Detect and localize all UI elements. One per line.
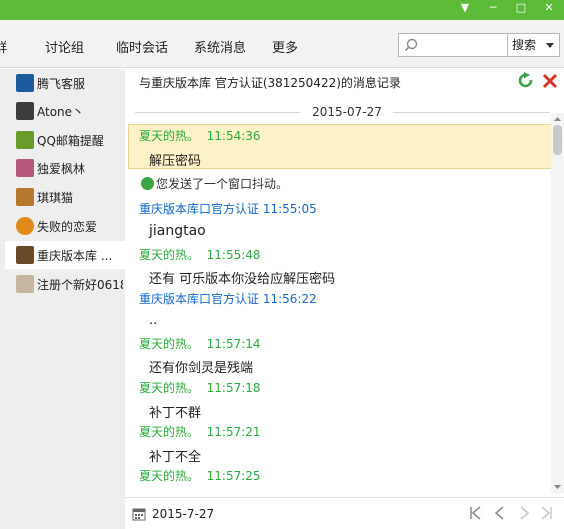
menu-item-discussion[interactable]: 讨论组 [45, 37, 84, 56]
message-header: 重庆版本库口官方认证 11:55:05 [139, 200, 317, 217]
search-input[interactable] [421, 35, 505, 55]
first-page-icon[interactable] [467, 504, 485, 522]
message-text: 解压密码 [149, 154, 202, 169]
record-date: 2015-07-27 [312, 105, 382, 119]
menu-bar: 群 讨论组 临时会话 系统消息 更多 搜索 [0, 20, 564, 68]
sidebar-item-label: 注册个新好0618 [37, 278, 123, 292]
search-box [398, 33, 508, 57]
message-sender: 重庆版本库口官方认证 [139, 292, 260, 306]
qq-mail-avatar-icon [16, 131, 34, 149]
last-page-icon[interactable] [537, 504, 555, 522]
message-sender: 夏天的热。 [139, 129, 200, 143]
close-button[interactable]: ✕ [538, 0, 560, 18]
sidebar-item-label: QQ邮箱提醒 [37, 134, 104, 148]
message-header: 夏天的热。 11:57:18 [139, 379, 261, 396]
message-text: 补丁不全 [149, 450, 202, 465]
message-time: 11:57:21 [206, 425, 261, 439]
message-header: 夏天的热。 11:57:25 [139, 467, 261, 484]
check-icon [141, 177, 154, 190]
message-header: 夏天的热。 11:57:14 [139, 335, 261, 352]
scroll-up-icon[interactable] [551, 113, 564, 125]
menu-dropdown-icon[interactable]: ▼ [454, 0, 476, 18]
sidebar-item-label: 重庆版本库 ... [37, 249, 113, 263]
cat-avatar-icon [16, 188, 34, 206]
title-bar: ▼ ─ □ ✕ [0, 0, 564, 20]
sidebar-item-atone[interactable]: Atone丶 [5, 97, 125, 125]
sidebar-item-label: 失败的恋爱 [37, 220, 98, 234]
register-avatar-icon [16, 275, 34, 293]
sidebar-item-qq-mail[interactable]: QQ邮箱提醒 [5, 126, 125, 154]
message-time: 11:55:05 [262, 202, 317, 216]
sidebar-item-label: Atone丶 [37, 105, 85, 119]
contact-sidebar: 腾飞客服 Atone丶 QQ邮箱提醒 独爱枫林 琪琪猫 失败的恋爱 重庆版本库 … [0, 69, 125, 529]
sidebar-item-maple[interactable]: 独爱枫林 [5, 154, 125, 182]
message-record-pane: 与重庆版本库 官方认证(381250422)的消息记录 2015-07-27 夏… [125, 69, 564, 529]
message-time: 11:55:48 [206, 248, 261, 262]
previous-page-icon[interactable] [491, 504, 509, 522]
message-header: 重庆版本库口官方认证 11:56:22 [139, 290, 317, 307]
failed-love-avatar-icon [16, 217, 34, 235]
sidebar-item-cat[interactable]: 琪琪猫 [5, 183, 125, 211]
message-sender: 夏天的热。 [139, 469, 200, 483]
message-text: .. [149, 313, 158, 328]
message-text: 还有你剑灵是残端 [149, 361, 254, 376]
scroll-thumb[interactable] [553, 125, 562, 155]
record-title: 与重庆版本库 官方认证(381250422)的消息记录 [139, 76, 401, 90]
refresh-icon[interactable] [517, 72, 535, 90]
message-sender: 夏天的热。 [139, 248, 200, 262]
sidebar-item-chongqing[interactable]: 重庆版本库 ... [5, 241, 125, 269]
maple-avatar-icon [16, 159, 34, 177]
delete-icon[interactable] [541, 72, 559, 90]
message-sender: 夏天的热。 [139, 337, 200, 351]
search-type-select[interactable]: 搜索 [508, 33, 560, 57]
message-time: 11:57:25 [206, 469, 261, 483]
message-sender: 重庆版本库口官方认证 [139, 202, 260, 216]
message-text: 还有 可乐版本你没给应解压密码 [149, 272, 336, 287]
system-note: 您发送了一个窗口抖动。 [141, 175, 288, 192]
menu-item-group[interactable]: 群 [0, 37, 7, 56]
sidebar-item-tengfei[interactable]: 腾飞客服 [5, 69, 125, 97]
menu-item-more[interactable]: 更多 [272, 37, 298, 56]
message-time: 11:57:18 [206, 381, 261, 395]
sidebar-item-failed-love[interactable]: 失败的恋爱 [5, 212, 125, 240]
message-header: 夏天的热。 11:54:36 [139, 127, 261, 144]
minimize-button[interactable]: ─ [482, 0, 504, 18]
atone-avatar-icon [16, 102, 34, 120]
tengfei-avatar-icon [16, 74, 34, 92]
message-time: 11:56:22 [262, 292, 317, 306]
date-divider: 2015-07-27 [135, 105, 550, 119]
scroll-down-icon[interactable] [551, 481, 564, 493]
message-time: 11:57:14 [206, 337, 261, 351]
message-text: 补丁不群 [149, 406, 202, 421]
search-icon [404, 38, 418, 52]
message-header: 夏天的热。 11:55:48 [139, 246, 261, 263]
message-header: 夏天的热。 11:57:21 [139, 423, 261, 440]
system-note-text: 您发送了一个窗口抖动。 [156, 177, 289, 191]
menu-item-system-messages[interactable]: 系统消息 [194, 37, 246, 56]
menu-item-temp-chat[interactable]: 临时会话 [116, 37, 168, 56]
sidebar-item-label: 独爱枫林 [37, 162, 86, 176]
sidebar-item-label: 腾飞客服 [37, 77, 86, 91]
selected-date: 2015-7-27 [152, 507, 215, 521]
maximize-button[interactable]: □ [510, 0, 532, 18]
bottom-bar: 2015-7-27 [125, 497, 564, 529]
message-time: 11:54:36 [206, 129, 261, 143]
search-select-label: 搜索 [512, 38, 537, 52]
vertical-scrollbar[interactable] [551, 113, 564, 493]
next-page-icon[interactable] [515, 504, 533, 522]
message-sender: 夏天的热。 [139, 381, 200, 395]
message-text: jiangtao [149, 223, 206, 239]
message-sender: 夏天的热。 [139, 425, 200, 439]
sidebar-item-register[interactable]: 注册个新好0618 [5, 270, 125, 298]
sidebar-item-label: 琪琪猫 [37, 191, 74, 205]
chongqing-avatar-icon [16, 246, 34, 264]
calendar-icon[interactable] [132, 507, 146, 521]
chevron-down-icon [546, 43, 554, 48]
